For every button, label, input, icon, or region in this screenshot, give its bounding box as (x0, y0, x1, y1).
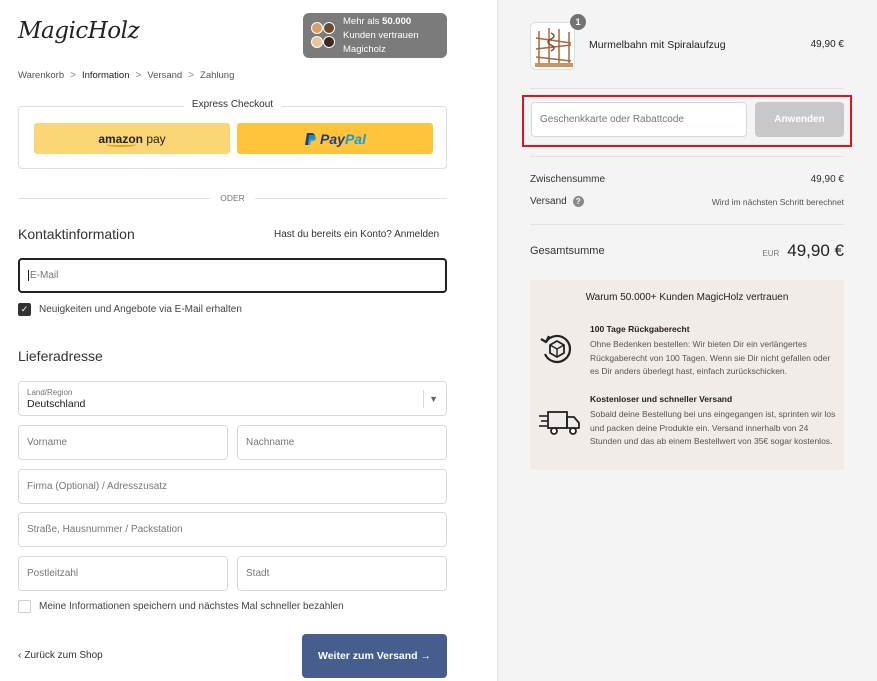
first-name-field[interactable]: Vorname (18, 425, 228, 460)
trust-box-title: Warum 50.000+ Kunden MagicHolz vertrauen (585, 292, 789, 303)
back-to-shop-label: Zurück zum Shop (24, 650, 103, 661)
breadcrumb-payment: Zahlung (200, 70, 235, 81)
subtotal-label: Zwischensumme (530, 174, 606, 185)
breadcrumb-information: Information (81, 70, 130, 81)
subtotal-row: Zwischensumme 49,90 € (530, 174, 844, 185)
benefit-text: Sobald deine Bestellung bei uns eingegan… (590, 409, 836, 446)
login-hint: Hast du bereits ein Konto? Anmelden (274, 229, 440, 240)
breadcrumb: Warenkorb > Information > Versand > Zahl… (18, 70, 234, 81)
express-checkout: Express Checkout amazon pay PayPal (18, 99, 447, 169)
benefit-text: Ohne Bedenken bestellen: Wir bieten Dir … (590, 339, 831, 376)
product-name: Murmelbahn mit Spiralaufzug (589, 39, 726, 51)
contact-title: Kontaktinformation (18, 226, 135, 242)
trust-badge: Mehr als 50.000 Kunden vertrauen Magicho… (303, 13, 447, 58)
breadcrumb-separator-icon: > (135, 70, 142, 81)
save-info-checkbox[interactable] (18, 600, 31, 613)
quantity-badge: 1 (570, 14, 586, 30)
discount-code-input[interactable]: Geschenkkarte oder Rabattcode (531, 102, 747, 137)
customer-avatars-icon (311, 21, 337, 51)
benefit-title: Kostenloser und schneller Versand (590, 394, 733, 404)
street-field[interactable]: Straße, Hausnummer / Packstation (18, 512, 447, 547)
breadcrumb-separator-icon: > (188, 70, 195, 81)
newsletter-label: Neuigkeiten und Angebote via E-Mail erha… (39, 304, 242, 315)
country-value: Deutschland (27, 398, 86, 410)
paypal-p-icon (305, 132, 317, 145)
return-icon (540, 334, 572, 364)
amazon-smile-icon (106, 142, 136, 147)
breadcrumb-separator-icon: > (70, 70, 76, 81)
trust-badge-text: Mehr als 50.000 Kunden vertrauen Magicho… (343, 15, 419, 55)
zip-field[interactable]: Postleitzahl (18, 556, 228, 591)
divider-line (254, 197, 447, 199)
email-field[interactable]: E-Mail (18, 258, 447, 293)
paypal-button[interactable]: PayPal (237, 123, 433, 154)
order-summary: 1 Murmelbahn mit Spiralaufzug 49,90 € Ge… (497, 0, 877, 681)
benefit-returns: 100 Tage Rückgaberecht Ohne Bedenken bes… (590, 324, 840, 379)
city-field[interactable]: Stadt (237, 556, 447, 591)
last-name-field[interactable]: Nachname (237, 425, 447, 460)
amazon-pay-button[interactable]: amazon pay (34, 123, 230, 154)
paypal-logo: PayPal (320, 130, 366, 147)
shipping-label: Versand (530, 196, 567, 207)
logo[interactable]: MagicHolz (18, 18, 140, 44)
or-divider: ODER (18, 191, 447, 205)
country-select[interactable]: Land/Region Deutschland ▼ (18, 381, 447, 416)
newsletter-checkbox[interactable]: ✓ (18, 303, 31, 316)
email-placeholder: E-Mail (30, 270, 59, 281)
shipping-title: Lieferadresse (18, 348, 103, 364)
subtotal-value: 49,90 € (810, 174, 844, 185)
separator (530, 224, 844, 225)
shipping-value: Wird im nächsten Schritt berechnet (711, 196, 844, 207)
trust-box: Warum 50.000+ Kunden MagicHolz vertrauen… (530, 280, 844, 470)
chevron-down-icon: ▼ (429, 394, 438, 404)
checkout-main: MagicHolz Mehr als 50.000 Kunden vertrau… (0, 0, 497, 681)
select-divider (423, 390, 424, 408)
text-cursor (28, 270, 29, 281)
marble-run-image (531, 23, 574, 69)
separator (530, 88, 844, 89)
truck-icon (539, 411, 580, 435)
country-label: Land/Region (27, 388, 73, 397)
help-icon[interactable]: ? (572, 196, 584, 207)
back-to-shop-link[interactable]: ‹ Zurück zum Shop (18, 650, 103, 661)
product-thumbnail (530, 22, 575, 70)
total-row: Gesamtsumme EUR 49,90 € (530, 240, 844, 262)
express-checkout-title: Express Checkout (183, 99, 282, 110)
shipping-row: Versand ? Wird im nächsten Schritt berec… (530, 196, 844, 207)
total-value: 49,90 € (787, 241, 844, 260)
or-label: ODER (220, 193, 245, 203)
benefit-title: 100 Tage Rückgaberecht (590, 324, 690, 334)
product-price: 49,90 € (810, 39, 844, 50)
newsletter-option: ✓ Neuigkeiten und Angebote via E-Mail er… (18, 303, 242, 316)
breadcrumb-cart[interactable]: Warenkorb (18, 70, 64, 81)
breadcrumb-shipping: Versand (147, 70, 183, 81)
save-info-label: Meine Informationen speichern und nächst… (39, 601, 344, 612)
separator (530, 156, 844, 157)
chevron-left-icon: ‹ (18, 650, 22, 661)
total-currency: EUR (762, 249, 780, 258)
divider-line (18, 197, 211, 199)
benefit-shipping: Kostenloser und schneller Versand Sobald… (590, 394, 840, 449)
login-link[interactable]: Anmelden (394, 229, 439, 240)
total-label: Gesamtsumme (530, 245, 605, 257)
company-field[interactable]: Firma (Optional) / Adresszusatz (18, 469, 447, 504)
apply-discount-button[interactable]: Anwenden (755, 102, 844, 137)
continue-to-shipping-button[interactable]: Weiter zum Versand → (302, 634, 447, 678)
save-info-option: Meine Informationen speichern und nächst… (18, 600, 344, 613)
